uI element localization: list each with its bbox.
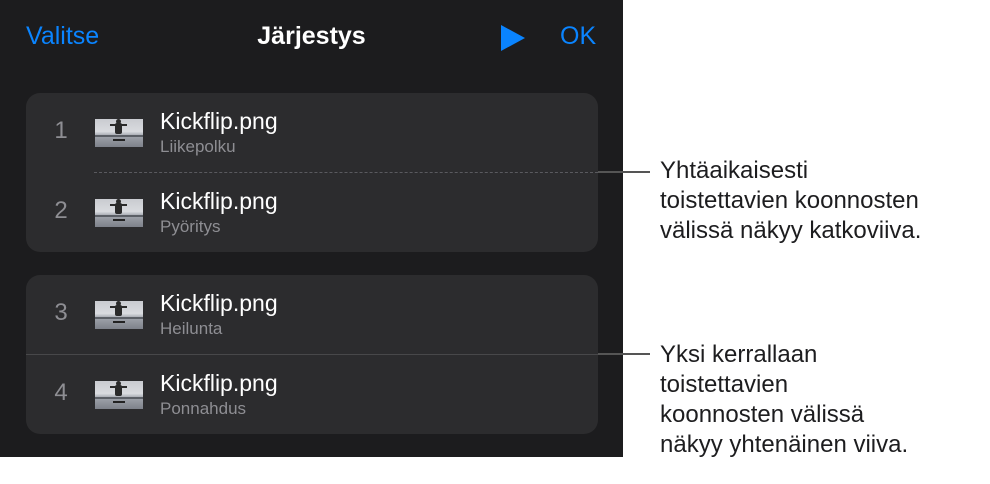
object-name: Kickflip.png <box>160 290 278 316</box>
kickflip-thumbnail <box>95 199 143 227</box>
page-title: Järjestys <box>257 22 366 50</box>
callout-line: toistettavien koonnosten <box>660 187 919 214</box>
build-group-sequential: 3 Kickflip.png Heilunta 4 Kickflip.png P… <box>26 275 598 434</box>
play-icon[interactable] <box>500 24 526 52</box>
callout-line: koonnosten välissä <box>660 401 865 428</box>
callout-line: Yhtäaikaisesti <box>660 157 809 184</box>
ok-button[interactable]: OK <box>560 22 596 51</box>
build-number: 2 <box>54 197 68 224</box>
effect-name: Heilunta <box>160 319 223 338</box>
kickflip-thumbnail <box>95 119 143 147</box>
build-group-simultaneous: 1 Kickflip.png Liikepolku 2 Kickflip.png… <box>26 93 598 252</box>
effect-name: Liikepolku <box>160 137 236 156</box>
kickflip-thumbnail <box>95 301 143 329</box>
callout-line: näkyy yhtenäinen viiva. <box>660 431 909 458</box>
callout-line: Yksi kerrallaan <box>660 341 818 368</box>
build-row[interactable]: 2 Kickflip.png Pyöritys <box>26 173 598 252</box>
build-number: 4 <box>54 379 68 406</box>
kickflip-thumbnail <box>95 381 143 409</box>
effect-name: Pyöritys <box>160 217 221 236</box>
effect-name: Ponnahdus <box>160 399 247 418</box>
callout-line: välissä näkyy katkoviiva. <box>660 217 922 244</box>
build-row[interactable]: 4 Kickflip.png Ponnahdus <box>26 355 598 434</box>
build-row[interactable]: 1 Kickflip.png Liikepolku <box>26 93 598 172</box>
callout-dashed: Yhtäaikaisesti toistettavien koonnosten … <box>660 156 921 246</box>
callout-line: toistettavien <box>660 371 789 398</box>
object-name: Kickflip.png <box>160 108 278 134</box>
build-number: 1 <box>54 117 68 144</box>
object-name: Kickflip.png <box>160 188 278 214</box>
build-number: 3 <box>54 299 68 326</box>
object-name: Kickflip.png <box>160 370 278 396</box>
build-row[interactable]: 3 Kickflip.png Heilunta <box>26 275 598 354</box>
callout-leader-solid <box>598 353 650 355</box>
callout-leader-dashed <box>598 171 650 173</box>
build-order-panel: Valitse Järjestys OK 1 Kickflip.png Liik… <box>0 0 623 457</box>
callout-solid: Yksi kerrallaan toistettavien koonnosten… <box>660 340 908 460</box>
